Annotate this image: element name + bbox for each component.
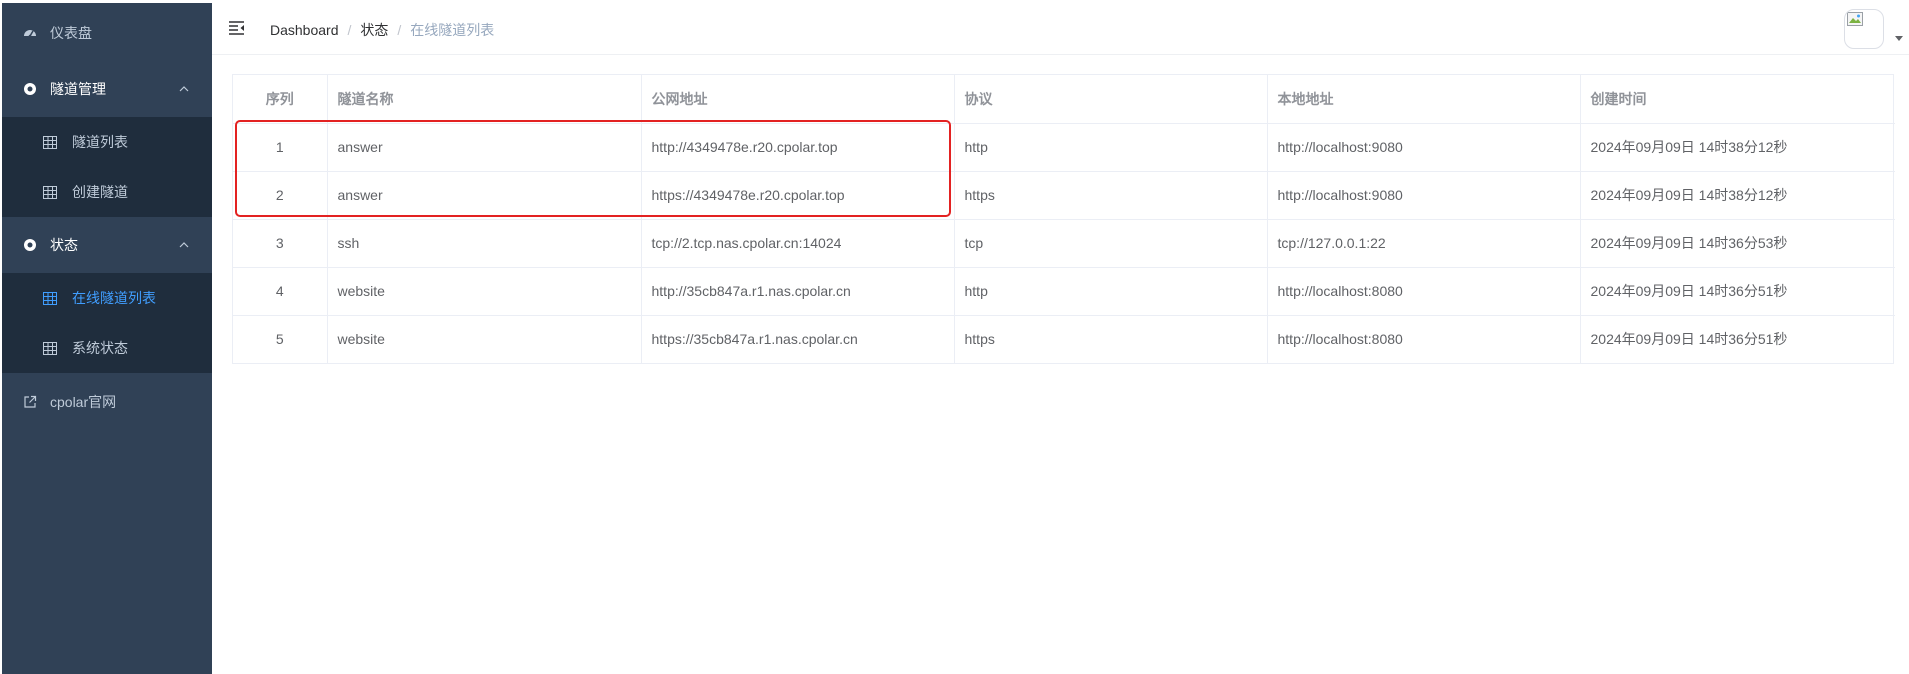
cell-public-url[interactable]: https://35cb847a.r1.nas.cpolar.cn xyxy=(641,315,955,363)
sidebar-item-system-status[interactable]: 系统状态 xyxy=(2,323,212,373)
cell-index: 4 xyxy=(233,267,328,316)
table-icon xyxy=(42,290,58,306)
submenu-tunnel-management: 隧道列表 创建隧道 xyxy=(2,117,212,217)
cell-public-url[interactable]: https://4349478e.r20.cpolar.top xyxy=(641,171,955,220)
breadcrumb-current: 在线隧道列表 xyxy=(410,22,495,38)
sidebar-item-label: 隧道列表 xyxy=(72,134,128,150)
cell-name: answer xyxy=(327,123,642,172)
table-header-row: 序列 隧道名称 公网地址 协议 本地地址 创建时间 xyxy=(233,75,1895,124)
table-icon xyxy=(42,340,58,356)
column-header-local-address: 本地地址 xyxy=(1267,75,1581,124)
cell-local-address: http://localhost:9080 xyxy=(1267,123,1581,172)
sidebar-item-cpolar-site[interactable]: cpolar官网 xyxy=(2,374,212,430)
sidebar-item-tunnel-management[interactable]: 隧道管理 xyxy=(2,61,212,117)
cell-protocol: http xyxy=(954,267,1268,316)
sidebar-item-label: 隧道管理 xyxy=(50,81,106,97)
sidebar-item-online-tunnels[interactable]: 在线隧道列表 xyxy=(2,273,212,323)
cell-protocol: tcp xyxy=(954,219,1268,268)
chevron-up-icon xyxy=(179,86,189,92)
cell-protocol: https xyxy=(954,315,1268,363)
sidebar-item-label: cpolar官网 xyxy=(50,394,117,410)
cell-created-time: 2024年09月09日 14时38分12秒 xyxy=(1580,171,1895,220)
hamburger-icon[interactable] xyxy=(228,19,246,37)
cell-created-time: 2024年09月09日 14时36分51秒 xyxy=(1590,331,1788,348)
table-row: 1 answer http://4349478e.r20.cpolar.top … xyxy=(233,123,1895,172)
breadcrumb-separator: / xyxy=(347,22,352,38)
sidebar-item-dashboard[interactable]: 仪表盘 xyxy=(2,5,212,61)
table-icon xyxy=(42,134,58,150)
caret-down-icon[interactable] xyxy=(1895,36,1903,41)
sidebar-item-tunnel-list[interactable]: 隧道列表 xyxy=(2,117,212,167)
cell-local-address: http://localhost:9080 xyxy=(1267,171,1581,220)
navbar: Dashboard / 状态 / 在线隧道列表 xyxy=(212,3,1909,55)
cell-public-url[interactable]: http://35cb847a.r1.nas.cpolar.cn xyxy=(641,267,955,316)
sidebar-item-label: 仪表盘 xyxy=(50,25,92,41)
sidebar-item-status[interactable]: 状态 xyxy=(2,217,212,273)
cell-name: website xyxy=(327,267,642,316)
table-icon xyxy=(42,184,58,200)
table-row: 4 website http://35cb847a.r1.nas.cpolar.… xyxy=(233,267,1895,316)
circle-icon xyxy=(22,237,38,253)
cell-index: 1 xyxy=(233,123,328,172)
table-row: 5 website https://35cb847a.r1.nas.cpolar… xyxy=(233,315,1895,363)
cell-local-address: http://localhost:8080 xyxy=(1267,267,1581,316)
cell-public-url[interactable]: http://4349478e.r20.cpolar.top xyxy=(641,123,955,172)
table-row: 3 ssh tcp://2.tcp.nas.cpolar.cn:14024 tc… xyxy=(233,219,1895,268)
breadcrumb-separator: / xyxy=(397,22,402,38)
sidebar-item-create-tunnel[interactable]: 创建隧道 xyxy=(2,167,212,217)
dashboard-icon xyxy=(22,25,38,41)
sidebar-item-label: 创建隧道 xyxy=(72,184,128,200)
sidebar-item-label: 系统状态 xyxy=(72,340,128,356)
table-row: 2 answer https://4349478e.r20.cpolar.top… xyxy=(233,171,1895,220)
cell-created-time: 2024年09月09日 14时36分51秒 xyxy=(1580,267,1895,316)
cell-name: ssh xyxy=(327,219,642,268)
column-header-created-time: 创建时间 xyxy=(1580,75,1895,124)
column-header-public-url: 公网地址 xyxy=(641,75,955,124)
broken-image-icon xyxy=(1847,12,1863,26)
cell-protocol: http xyxy=(954,123,1268,172)
breadcrumb-status: 状态 xyxy=(360,22,389,38)
cell-name: answer xyxy=(327,171,642,220)
column-header-index: 序列 xyxy=(233,75,328,124)
submenu-status: 在线隧道列表 系统状态 xyxy=(2,273,212,373)
breadcrumb: Dashboard / 状态 / 在线隧道列表 xyxy=(270,20,494,40)
cell-index: 5 xyxy=(233,315,328,363)
cell-created-time: 2024年09月09日 14时38分12秒 xyxy=(1580,123,1895,172)
sidebar-item-label: 状态 xyxy=(50,237,78,253)
cell-name: website xyxy=(327,315,642,363)
column-header-protocol: 协议 xyxy=(954,75,1268,124)
chevron-up-icon xyxy=(179,242,189,248)
sidebar: 仪表盘 隧道管理 隧道列表 创建隧道 状态 在线隧道列表 系统状态 cpolar… xyxy=(2,3,212,674)
external-link-icon xyxy=(22,394,38,410)
cell-local-address: http://localhost:8080 xyxy=(1267,315,1581,363)
avatar[interactable] xyxy=(1844,9,1884,49)
cell-local-address: tcp://127.0.0.1:22 xyxy=(1267,219,1581,268)
cell-public-url[interactable]: tcp://2.tcp.nas.cpolar.cn:14024 xyxy=(641,219,955,268)
circle-icon xyxy=(22,81,38,97)
cell-created-time: 2024年09月09日 14时36分53秒 xyxy=(1580,219,1895,268)
cell-protocol: https xyxy=(954,171,1268,220)
breadcrumb-dashboard[interactable]: Dashboard xyxy=(270,22,339,38)
column-header-name: 隧道名称 xyxy=(327,75,642,124)
online-tunnels-table: 序列 隧道名称 公网地址 协议 本地地址 创建时间 1 answer http:… xyxy=(232,74,1895,364)
cell-index: 3 xyxy=(233,219,328,268)
sidebar-item-label: 在线隧道列表 xyxy=(72,290,156,306)
cell-index: 2 xyxy=(233,171,328,220)
